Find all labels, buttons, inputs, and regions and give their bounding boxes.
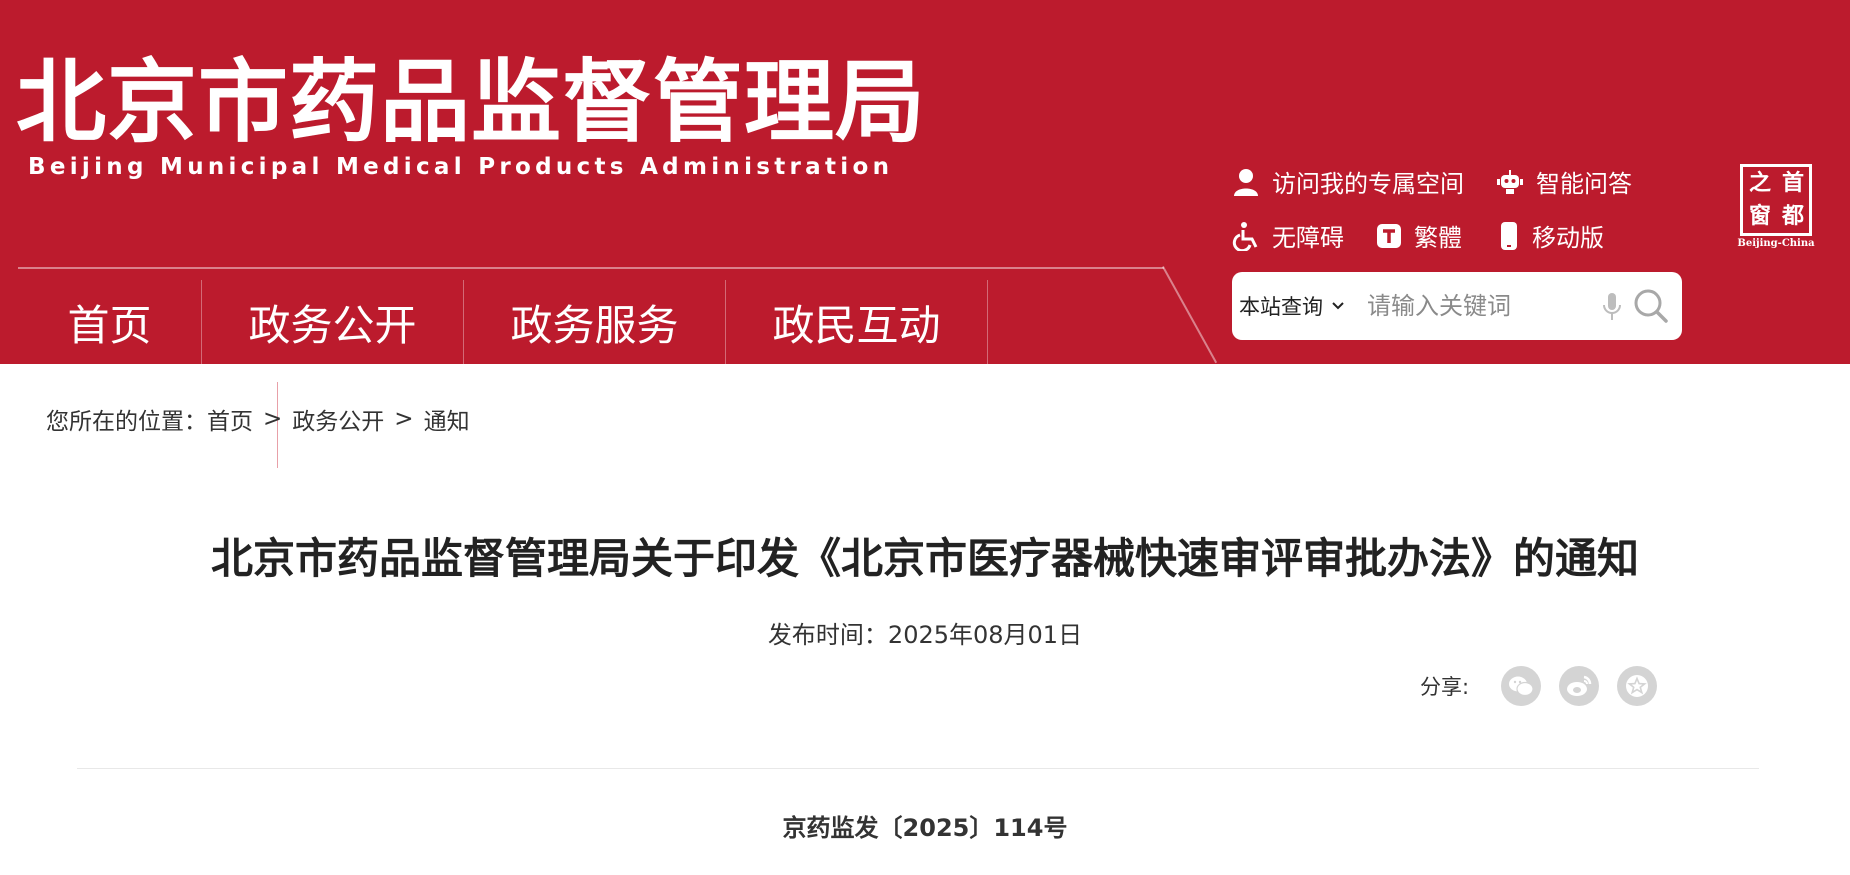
- text-t-icon: [1377, 223, 1401, 248]
- search-input[interactable]: [1367, 292, 1577, 320]
- badge-caption: Beijing-China: [1737, 238, 1815, 249]
- badge-char: 窗: [1748, 204, 1771, 229]
- wechat-icon: [1509, 676, 1534, 697]
- publish-label: 发布时间：: [767, 621, 888, 649]
- mobile-version-link[interactable]: 移动版: [1498, 218, 1604, 253]
- breadcrumb-prefix: 您所在的位置：: [46, 409, 207, 435]
- accessibility-link[interactable]: 无障碍: [1232, 218, 1344, 253]
- publish-info: 发布时间：2025年08月01日: [0, 615, 1850, 650]
- nav-item-home[interactable]: 首页: [18, 280, 201, 364]
- nav-item-government-services[interactable]: 政务服务: [464, 280, 725, 364]
- mobile-phone-icon: [1501, 221, 1517, 250]
- search-icon[interactable]: [1633, 288, 1669, 324]
- smart-qa-link[interactable]: 智能问答: [1496, 164, 1632, 199]
- document-number: 京药监发〔2025〕114号: [782, 814, 1068, 842]
- breadcrumb-section-link[interactable]: 政务公开: [292, 402, 384, 436]
- article-title: 北京市药品监督管理局关于印发《北京市医疗器械快速审评审批办法》的通知: [210, 534, 1639, 583]
- breadcrumb-current-link[interactable]: 通知: [424, 402, 470, 436]
- traditional-chinese-link[interactable]: 繁體: [1376, 218, 1462, 253]
- breadcrumb-separator: >: [263, 406, 283, 432]
- mobile-version-label: 移动版: [1532, 224, 1604, 252]
- nav-item-public-interaction[interactable]: 政民互动: [726, 280, 987, 364]
- wheelchair-icon: [1232, 221, 1258, 251]
- personal-space-link[interactable]: 访问我的专属空间: [1232, 164, 1464, 199]
- badge-char: 之: [1748, 171, 1771, 196]
- share-wechat-button[interactable]: [1501, 666, 1542, 706]
- breadcrumb-separator: >: [394, 406, 414, 432]
- share-favorite-button[interactable]: [1617, 666, 1658, 706]
- site-logo-title[interactable]: 北京市药品监督管理局: [16, 48, 926, 158]
- search-scope-label: 本站查询: [1239, 295, 1323, 319]
- breadcrumb: 您所在的位置： 首页 > 政务公开 > 通知: [46, 402, 470, 436]
- share-weibo-button[interactable]: [1559, 666, 1600, 706]
- traditional-chinese-label: 繁體: [1414, 224, 1462, 252]
- nav-separator: [987, 280, 988, 364]
- nav-diagonal-line: [1162, 266, 1218, 364]
- badge-char: 首: [1781, 171, 1804, 196]
- site-search-box: 本站查询: [1232, 272, 1682, 340]
- capital-window-badge[interactable]: 之 首 窗 都 Beijing-China: [1736, 160, 1816, 250]
- favorite-icon: [1626, 675, 1649, 697]
- publish-date: 2025年08月01日: [887, 621, 1083, 649]
- smart-qa-label: 智能问答: [1536, 170, 1632, 198]
- weibo-icon: [1567, 675, 1592, 696]
- breadcrumb-home-link[interactable]: 首页: [207, 402, 253, 436]
- share-label: 分享:: [1420, 675, 1470, 699]
- site-header: 北京市药品监督管理局 Beijing Municipal Medical Pro…: [0, 0, 1850, 364]
- microphone-icon[interactable]: [1602, 292, 1622, 322]
- content-divider: [77, 768, 1759, 769]
- personal-space-label: 访问我的专属空间: [1272, 170, 1464, 198]
- user-icon: [1234, 168, 1258, 196]
- accessibility-label: 无障碍: [1272, 224, 1344, 252]
- badge-frame: 之 首 窗 都: [1740, 164, 1812, 236]
- badge-char: 都: [1781, 204, 1804, 229]
- robot-icon: [1497, 169, 1523, 194]
- nav-top-line: [18, 267, 1164, 269]
- nav-item-government-affairs[interactable]: 政务公开: [202, 280, 463, 364]
- site-logo-subtitle: Beijing Municipal Medical Products Admin…: [28, 154, 894, 180]
- share-bar: 分享:: [1420, 666, 1675, 706]
- search-scope-dropdown[interactable]: 本站查询: [1232, 291, 1345, 321]
- chevron-down-icon: [1332, 302, 1344, 310]
